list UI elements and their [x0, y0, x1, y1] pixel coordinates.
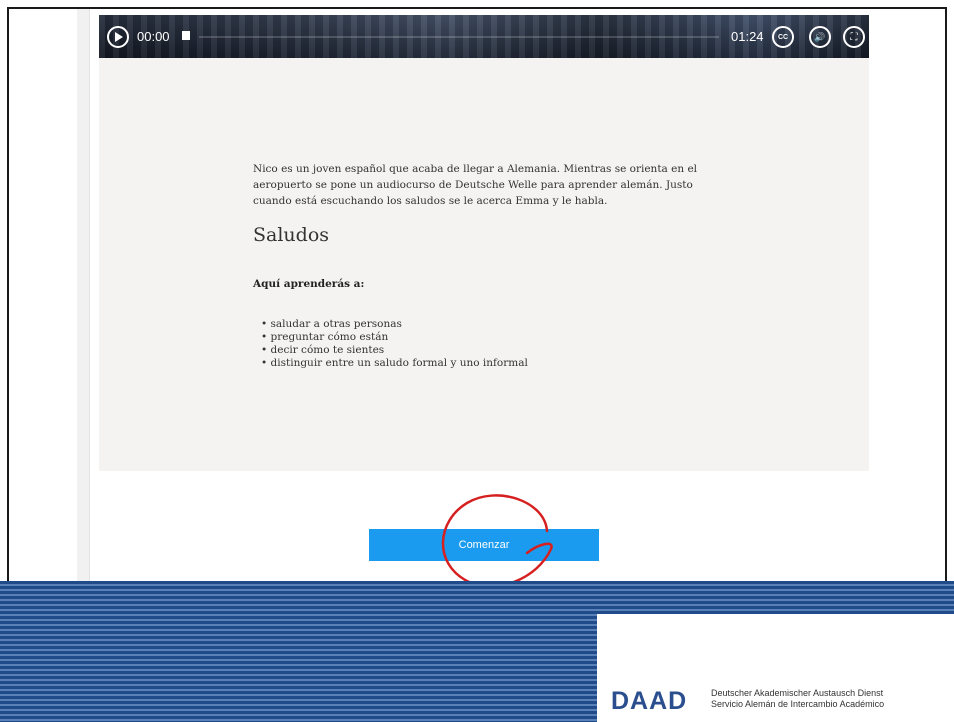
screenshot-frame: 00:00 01:24 CC 🔊 ⛶ Nico es un joven espa… [7, 7, 947, 581]
stop-icon[interactable] [182, 31, 190, 40]
fullscreen-icon[interactable]: ⛶ [843, 26, 865, 48]
page-gutter [77, 9, 90, 581]
list-item: saludar a otras personas [261, 318, 528, 331]
cc-icon[interactable]: CC [772, 26, 794, 48]
list-item: distinguir entre un saludo formal y uno … [261, 357, 528, 370]
red-circle-annotation [441, 494, 553, 581]
list-item: preguntar cómo están [261, 331, 528, 344]
total-time: 01:24 [731, 29, 764, 44]
goals-list: saludar a otras personas preguntar cómo … [261, 318, 528, 370]
daad-organization-name: Deutscher Akademischer Austausch Dienst … [711, 688, 884, 710]
play-icon[interactable] [107, 26, 129, 48]
lesson-panel: Nico es un joven español que acaba de ll… [99, 58, 869, 471]
video-player[interactable]: 00:00 01:24 CC 🔊 ⛶ [99, 15, 869, 58]
section-title: Saludos [253, 224, 330, 246]
intro-text: Nico es un joven español que acaba de ll… [253, 162, 698, 207]
volume-icon[interactable]: 🔊 [809, 26, 831, 48]
daad-name-de: Deutscher Akademischer Austausch Dienst [711, 688, 884, 698]
current-time: 00:00 [137, 29, 170, 44]
daad-logo: DAAD [611, 687, 688, 715]
daad-name-es: Servicio Alemán de Intercambio Académico [711, 699, 885, 709]
list-item: decir cómo te sientes [261, 344, 528, 357]
daad-footer: DAAD Deutscher Akademischer Austausch Di… [0, 581, 954, 722]
progress-bar[interactable] [199, 36, 719, 38]
learn-heading: Aquí aprenderás a: [253, 278, 365, 290]
